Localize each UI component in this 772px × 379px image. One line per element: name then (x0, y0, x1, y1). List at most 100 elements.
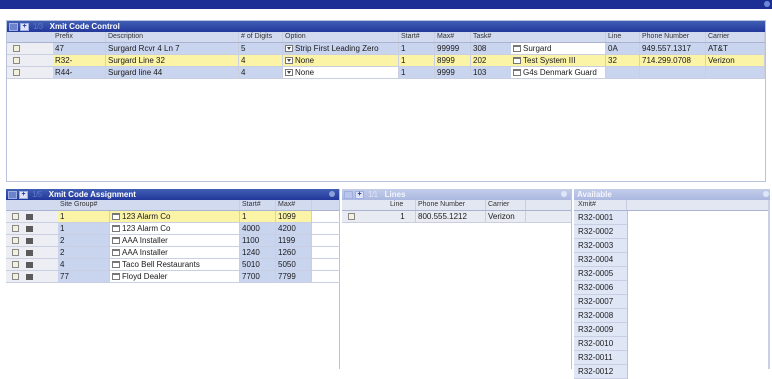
table-row-selected[interactable]: 1 123 Alarm Co 1 1099 (6, 211, 340, 223)
collapse-icon[interactable] (8, 190, 17, 199)
edit-icon[interactable] (13, 57, 21, 65)
list-item[interactable]: R32-0006 (574, 281, 627, 295)
edit-icon[interactable] (13, 69, 21, 77)
site-group-cell[interactable]: 1 (58, 211, 110, 222)
edit-icon[interactable] (12, 249, 20, 257)
col-site-group[interactable]: Site Group# (58, 200, 240, 210)
list-item[interactable]: R32-0003 (574, 239, 627, 253)
table-row-selected[interactable]: R32- Surgard Line 32 4 None 1 8999 202 T… (7, 55, 765, 67)
edit-icon[interactable] (12, 273, 20, 281)
details-icon[interactable] (26, 261, 34, 268)
task-lookup[interactable]: G4s Denmark Guard (511, 67, 605, 78)
add-record-icon[interactable]: + (19, 190, 28, 199)
lookup-icon[interactable] (513, 69, 521, 77)
details-icon[interactable] (26, 249, 34, 256)
site-group-lookup[interactable]: 123 Alarm Co (110, 211, 240, 222)
task-lookup[interactable]: Surgard (511, 43, 605, 54)
list-item[interactable]: R32-0010 (574, 337, 627, 351)
dropdown-icon[interactable] (285, 69, 293, 77)
details-icon[interactable] (26, 273, 34, 280)
lookup-icon[interactable] (112, 273, 120, 281)
task-cell[interactable]: 103 G4s Denmark Guard (471, 67, 606, 78)
dropdown-icon[interactable] (285, 45, 293, 53)
col-start[interactable]: Start# (399, 32, 435, 42)
site-group-cell[interactable]: 1 (58, 223, 110, 234)
max-cell[interactable]: 1199 (276, 235, 312, 246)
record-navigation[interactable]: 1/5 (32, 190, 42, 199)
col-task[interactable]: Task# (471, 32, 606, 42)
details-icon[interactable] (26, 213, 34, 220)
site-group-lookup[interactable]: AAA Installer (110, 235, 240, 246)
list-item[interactable]: R32-0012 (574, 365, 627, 379)
digits-cell[interactable]: 4 (239, 55, 283, 66)
lookup-icon[interactable] (513, 45, 521, 53)
site-group-cell[interactable]: 2 (58, 235, 110, 246)
edit-icon[interactable] (12, 261, 20, 269)
carrier-cell[interactable]: AT&T (706, 43, 765, 54)
max-cell[interactable]: 4200 (276, 223, 312, 234)
edit-icon[interactable] (13, 45, 21, 53)
max-cell[interactable]: 1260 (276, 247, 312, 258)
task-lookup[interactable]: Test System III (511, 55, 605, 66)
available-scrollbar[interactable] (768, 200, 770, 369)
prefix-cell[interactable]: 47 (53, 43, 106, 54)
table-row[interactable]: 77 Floyd Dealer 7700 7799 (6, 271, 340, 283)
max-cell[interactable]: 7799 (276, 271, 312, 282)
phone-cell[interactable]: 949.557.1317 (640, 43, 706, 54)
start-cell[interactable]: 1240 (240, 247, 276, 258)
list-item[interactable]: R32-0009 (574, 323, 627, 337)
collapse-icon[interactable] (344, 190, 353, 199)
line-cell[interactable]: 32 (606, 55, 640, 66)
site-group-lookup[interactable]: Floyd Dealer (110, 271, 240, 282)
list-item[interactable]: R32-0004 (574, 253, 627, 267)
dropdown-icon[interactable] (285, 57, 293, 65)
site-group-lookup[interactable]: 123 Alarm Co (110, 223, 240, 234)
max-cell[interactable]: 1099 (276, 211, 312, 222)
prefix-cell[interactable]: R44- (53, 67, 106, 78)
edit-icon[interactable] (12, 225, 20, 233)
lookup-icon[interactable] (112, 237, 120, 245)
add-record-icon[interactable]: + (355, 190, 364, 199)
digits-cell[interactable]: 5 (239, 43, 283, 54)
max-cell[interactable]: 8999 (435, 55, 471, 66)
max-cell[interactable]: 9999 (435, 67, 471, 78)
site-group-cell[interactable]: 2 (58, 247, 110, 258)
col-carrier[interactable]: Carrier (486, 200, 526, 210)
table-row[interactable]: 1 123 Alarm Co 4000 4200 (6, 223, 340, 235)
start-cell[interactable]: 1 (240, 211, 276, 222)
site-group-lookup[interactable]: AAA Installer (110, 247, 240, 258)
edit-icon[interactable] (348, 213, 356, 221)
lookup-icon[interactable] (112, 213, 120, 221)
table-row[interactable]: 4 Taco Bell Restaurants 5010 5050 (6, 259, 340, 271)
phone-cell[interactable]: 800.555.1212 (416, 211, 486, 222)
record-navigation[interactable]: 1/1 (368, 190, 378, 199)
site-group-cell[interactable]: 4 (58, 259, 110, 270)
line-cell[interactable] (606, 67, 640, 78)
list-item[interactable]: R32-0001 (574, 211, 627, 225)
add-record-icon[interactable]: + (20, 22, 29, 31)
site-group-cell[interactable]: 77 (58, 271, 110, 282)
col-description[interactable]: Description (106, 32, 239, 42)
start-cell[interactable]: 7700 (240, 271, 276, 282)
details-icon[interactable] (26, 225, 34, 232)
list-item[interactable]: R32-0002 (574, 225, 627, 239)
description-cell[interactable]: Surgard line 44 (106, 67, 239, 78)
start-cell[interactable]: 1 (399, 55, 435, 66)
option-select[interactable]: Strip First Leading Zero (283, 43, 399, 54)
col-prefix[interactable]: Prefix (53, 32, 106, 42)
carrier-cell[interactable] (706, 67, 765, 78)
col-line[interactable]: Line (606, 32, 640, 42)
col-digits[interactable]: # of Digits (239, 32, 283, 42)
table-row[interactable]: 2 AAA Installer 1100 1199 (6, 235, 340, 247)
list-item[interactable]: R32-0011 (574, 351, 627, 365)
lookup-icon[interactable] (513, 57, 521, 65)
phone-cell[interactable]: 714.299.0708 (640, 55, 706, 66)
list-item[interactable]: R32-0007 (574, 295, 627, 309)
prefix-cell[interactable]: R32- (53, 55, 106, 66)
start-cell[interactable]: 5010 (240, 259, 276, 270)
task-cell[interactable]: 308 Surgard (471, 43, 606, 54)
task-cell[interactable]: 202 Test System III (471, 55, 606, 66)
max-cell[interactable]: 99999 (435, 43, 471, 54)
description-cell[interactable]: Surgard Line 32 (106, 55, 239, 66)
lookup-icon[interactable] (112, 249, 120, 257)
